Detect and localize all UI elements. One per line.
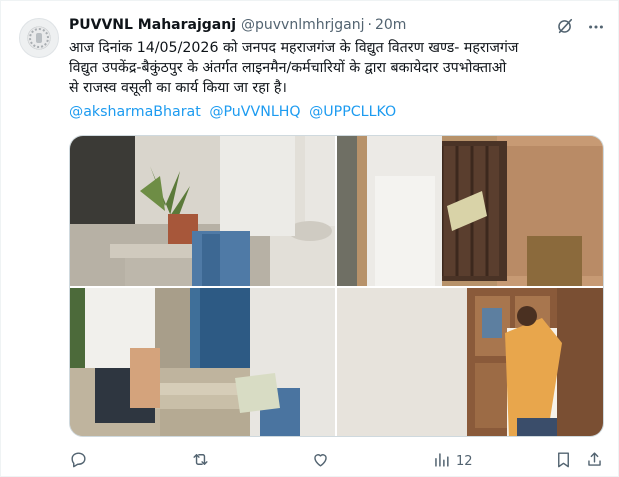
tweet-text-line: से राजस्व वसूली का कार्य किया जा रहा है।: [69, 80, 287, 96]
like-button[interactable]: [311, 449, 330, 473]
user-handle[interactable]: @puvvnlmhrjganj: [241, 17, 364, 33]
mention-link[interactable]: @UPPCLLKO: [309, 104, 396, 120]
mentions: @aksharmaBharat @PuVVNLHQ @UPPCLLKO: [69, 102, 400, 122]
views-count: 12: [456, 453, 473, 469]
mention-link[interactable]: @PuVVNLHQ: [209, 104, 300, 120]
timestamp[interactable]: 20m: [375, 17, 406, 33]
tweet-header: PUVVNL Maharajganj @puvvnlmhrjganj · 20m: [69, 15, 406, 35]
share-button[interactable]: [585, 449, 604, 473]
separator-dot: ·: [367, 17, 372, 33]
views-button[interactable]: 12: [432, 449, 473, 473]
bookmark-button[interactable]: [554, 449, 573, 473]
media-grid: [69, 135, 604, 437]
bookmark-icon: [554, 450, 573, 473]
reply-button[interactable]: [69, 449, 88, 473]
reply-icon: [69, 450, 88, 473]
more-icon[interactable]: [587, 18, 605, 36]
repost-button[interactable]: [191, 449, 210, 473]
tweet-card[interactable]: PUVVNL Maharajganj @puvvnlmhrjganj · 20m…: [0, 0, 619, 477]
photo-3[interactable]: [70, 288, 335, 436]
mention-link[interactable]: @aksharmaBharat: [69, 104, 201, 120]
photo-1[interactable]: [70, 136, 335, 286]
display-name[interactable]: PUVVNL Maharajganj: [69, 17, 236, 33]
photo-4[interactable]: [337, 288, 603, 436]
like-icon: [311, 450, 330, 473]
share-icon: [585, 450, 604, 473]
views-icon: [432, 450, 451, 473]
action-bar: 12: [69, 449, 609, 473]
tweet-text-line: विद्युत उपकेंद्र-बैकुंठपुर के अंतर्गत ला…: [69, 60, 507, 76]
grok-icon[interactable]: [556, 17, 574, 35]
photo-2[interactable]: [337, 136, 603, 286]
tweet-text-line: आज दिनांक 14/05/2026 को जनपद महराजगंज के…: [69, 40, 519, 56]
tweet-text: आज दिनांक 14/05/2026 को जनपद महराजगंज के…: [69, 38, 605, 98]
repost-icon: [191, 450, 210, 473]
avatar[interactable]: [19, 18, 59, 58]
